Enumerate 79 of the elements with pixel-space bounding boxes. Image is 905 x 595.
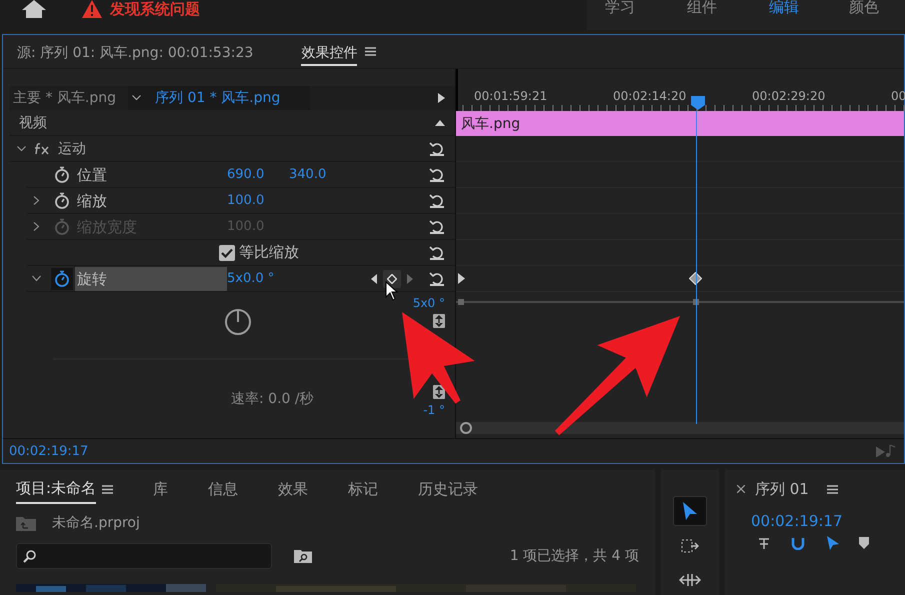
horizontal-arrows-icon (679, 572, 701, 588)
ruler-timecode: 00:02:14:20 (613, 89, 686, 103)
reset-icon[interactable] (429, 194, 445, 208)
close-icon[interactable] (737, 485, 745, 493)
ruler-timecode: 00:01:59:21 (474, 89, 548, 103)
mouse-cursor-icon (386, 280, 398, 301)
clip-bar[interactable]: 风车.png (456, 111, 904, 136)
property-value[interactable]: 690.0 (227, 167, 289, 182)
effect-name: 运动 (58, 140, 86, 158)
fx-icon[interactable] (34, 142, 50, 154)
reset-icon[interactable] (429, 246, 445, 260)
section-label: 视频 (19, 114, 47, 132)
reset-icon[interactable] (429, 272, 445, 286)
property-value[interactable]: 100.0 (227, 193, 289, 208)
menu-icon[interactable] (826, 484, 838, 494)
property-value[interactable]: 340.0 (289, 167, 351, 182)
reset-icon[interactable] (429, 168, 445, 182)
workspace-tab[interactable]: 组件 (687, 0, 717, 14)
property-name: 旋转 (75, 266, 227, 290)
checkbox-label: 等比缩放 (239, 243, 299, 262)
timecode[interactable]: 00:02:19:17 (751, 512, 905, 530)
graph-max-value: 5x0 ° (412, 296, 445, 310)
property-name: 缩放 (76, 190, 108, 212)
home-icon[interactable] (22, 0, 46, 18)
property-name: 位置 (76, 164, 108, 186)
clip-tab[interactable]: 序列 01 * 风车.png (128, 86, 310, 110)
panel-tab[interactable]: 效果 (278, 476, 308, 502)
panel-tab[interactable]: 标记 (348, 476, 378, 502)
panel-tab[interactable]: 源: 序列 01: 风车.png: 00:01:53:23 (17, 38, 254, 66)
magnet-icon[interactable] (791, 536, 805, 550)
reset-icon[interactable] (429, 220, 445, 234)
clip-name: 风车.png (461, 114, 520, 132)
selection-status: 1 项已选择，共 4 项 (510, 547, 639, 565)
panel-tab[interactable]: 效果控件 (301, 38, 358, 66)
panel-tab[interactable]: 信息 (208, 476, 238, 502)
collapse-icon[interactable] (435, 120, 445, 126)
snap-icon[interactable] (757, 536, 771, 550)
diamond-icon (387, 274, 397, 284)
scale-icon[interactable] (433, 314, 445, 328)
reset-icon[interactable] (429, 142, 445, 156)
marker-drop-icon[interactable] (859, 537, 869, 549)
panel-tab[interactable]: 库 (153, 476, 168, 502)
project-file-name: 未命名.prproj (52, 514, 140, 532)
checkbox[interactable] (219, 244, 235, 260)
search-field[interactable] (16, 543, 272, 569)
ruler-timecode: 00:02:29:20 (752, 89, 826, 103)
graph-min-value: -1 ° (423, 403, 445, 417)
scale-icon[interactable] (433, 385, 445, 399)
property-value[interactable]: 5x0.0 ° (227, 271, 289, 286)
previous-keyframe-icon[interactable] (371, 274, 377, 284)
panel-tab[interactable]: 项目:未命名 (16, 474, 96, 504)
panel-tab[interactable]: 历史记录 (418, 476, 478, 502)
timecode[interactable]: 00:02:19:17 (9, 444, 88, 458)
play-icon[interactable] (438, 93, 445, 103)
stopwatch-icon[interactable] (54, 166, 70, 183)
find-in-folder-icon[interactable] (294, 549, 312, 563)
search-icon (23, 550, 36, 562)
menu-icon[interactable] (365, 47, 376, 56)
workspace-tab[interactable]: 学习 (605, 0, 635, 14)
panel-tab[interactable]: 序列 01 (755, 480, 809, 498)
stopwatch-icon[interactable] (54, 192, 70, 209)
marker-icon[interactable] (825, 536, 839, 550)
chevron-icon[interactable] (32, 275, 41, 282)
chevron-down-icon (132, 95, 141, 101)
clip-tab[interactable]: 主要 * 风车.png (9, 86, 128, 110)
chevron-down-icon[interactable] (17, 146, 26, 152)
speed-readout: 速率: 0.0 /秒 (231, 390, 314, 408)
warning-text[interactable]: 发现系统问题 (110, 0, 200, 18)
rotation-dial[interactable] (224, 308, 252, 336)
menu-icon[interactable] (102, 484, 114, 494)
selection-tool[interactable] (673, 496, 707, 526)
add-keyframe-button[interactable] (383, 270, 401, 288)
next-keyframe-icon[interactable] (407, 274, 413, 284)
pointer-arrow-icon (682, 501, 698, 521)
scroll-bar[interactable] (456, 422, 904, 434)
dashed-selection-icon (681, 539, 699, 553)
keyframe-marker-icon (458, 273, 465, 284)
chevron-icon[interactable] (33, 196, 40, 205)
stopwatch-icon[interactable] (54, 270, 70, 287)
